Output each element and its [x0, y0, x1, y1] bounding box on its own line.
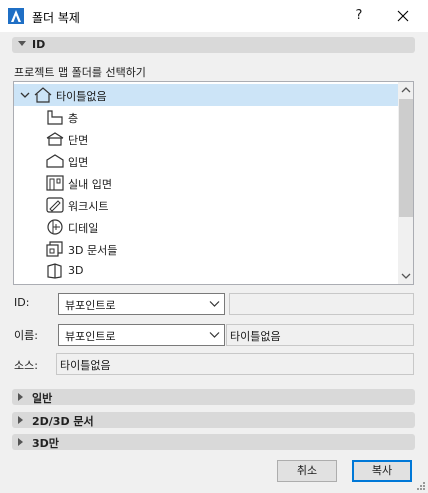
tree-item-elevation[interactable]: 입면	[14, 150, 398, 172]
scroll-up-icon[interactable]	[398, 82, 414, 98]
detail-icon	[47, 219, 63, 235]
id-text-field[interactable]	[229, 293, 414, 315]
id-label: ID:	[14, 296, 30, 309]
tree-item-label: 타이틀없음	[56, 90, 107, 103]
tree-item-label: 3D 문서들	[68, 244, 118, 257]
title-bar: 폴더 복제 ?	[0, 0, 428, 32]
tree-item-worksheet[interactable]: 워크시트	[14, 194, 398, 216]
cancel-button[interactable]: 취소	[277, 460, 337, 482]
source-label: 소스:	[14, 359, 38, 372]
tree-item-root[interactable]: 타이틀없음	[14, 84, 398, 106]
copy-button[interactable]: 복사	[352, 460, 412, 482]
resize-grip-icon[interactable]	[416, 481, 426, 491]
elevation-icon	[46, 154, 64, 168]
collapsed-arrow-icon	[18, 416, 23, 424]
tree-item-detail[interactable]: 디테일	[14, 216, 398, 238]
name-mode-value: 뷰포인트로	[65, 330, 116, 343]
select-folder-caption: 프로젝트 맵 폴더를 선택하기	[14, 66, 146, 79]
house-icon	[34, 87, 52, 103]
tree-item-label: 3D	[68, 264, 84, 277]
source-value: 타이틀없음	[60, 359, 111, 372]
id-mode-dropdown[interactable]: 뷰포인트로	[58, 293, 225, 315]
tree-item-label: 실내 입면	[68, 178, 112, 191]
project-map-tree[interactable]: 타이틀없음 층 단면 입면 실내 입면 워크시트 디테일 3D 문서들 3D	[13, 81, 414, 285]
scroll-down-icon[interactable]	[398, 268, 414, 284]
tree-item-label: 층	[68, 112, 79, 125]
tree-item-label: 입면	[68, 156, 89, 169]
scrollbar-thumb[interactable]	[399, 99, 413, 217]
archicad-app-icon	[8, 8, 24, 24]
tree-item-label: 워크시트	[68, 200, 109, 213]
chevron-down-icon	[209, 332, 220, 338]
close-icon[interactable]	[386, 4, 420, 28]
window-title: 폴더 복제	[32, 11, 80, 25]
tree-item-label: 단면	[68, 134, 89, 147]
tree-item-floor[interactable]: 층	[14, 106, 398, 128]
id-mode-value: 뷰포인트로	[65, 299, 116, 312]
section-icon	[46, 132, 64, 146]
help-button[interactable]: ?	[342, 4, 376, 28]
tree-item-section[interactable]: 단면	[14, 128, 398, 150]
floor-plan-icon	[47, 110, 63, 125]
source-field: 타이틀없음	[56, 353, 414, 375]
collapsed-arrow-icon	[18, 438, 23, 446]
expanded-arrow-icon	[18, 41, 26, 46]
chevron-down-icon[interactable]	[20, 90, 30, 100]
tree-item-label: 디테일	[68, 222, 99, 235]
3d-only-panel-header[interactable]: 3D만	[12, 434, 415, 450]
name-mode-dropdown[interactable]: 뷰포인트로	[58, 324, 225, 346]
documents-panel-label: 2D/3D 문서	[32, 415, 94, 428]
collapsed-arrow-icon	[18, 393, 23, 401]
3d-icon	[47, 263, 62, 279]
name-text-value: 타이틀없음	[230, 330, 281, 343]
documents-panel-header[interactable]: 2D/3D 문서	[12, 412, 415, 428]
chevron-down-icon	[209, 301, 220, 307]
id-panel-label: ID	[32, 38, 46, 51]
tree-item-3d-documents[interactable]: 3D 문서들	[14, 238, 398, 260]
3d-documents-icon	[46, 241, 63, 257]
3d-only-panel-label: 3D만	[32, 437, 59, 450]
name-text-field[interactable]: 타이틀없음	[226, 324, 414, 346]
name-label: 이름:	[14, 329, 38, 342]
tree-item-3d[interactable]: 3D	[14, 260, 398, 282]
interior-elevation-icon	[46, 175, 64, 191]
tree-scrollbar[interactable]	[398, 82, 414, 284]
id-panel-header[interactable]: ID	[12, 37, 415, 53]
worksheet-icon	[46, 197, 64, 213]
tree-item-interior-elevation[interactable]: 실내 입면	[14, 172, 398, 194]
general-panel-header[interactable]: 일반	[12, 389, 415, 405]
general-panel-label: 일반	[32, 392, 53, 405]
